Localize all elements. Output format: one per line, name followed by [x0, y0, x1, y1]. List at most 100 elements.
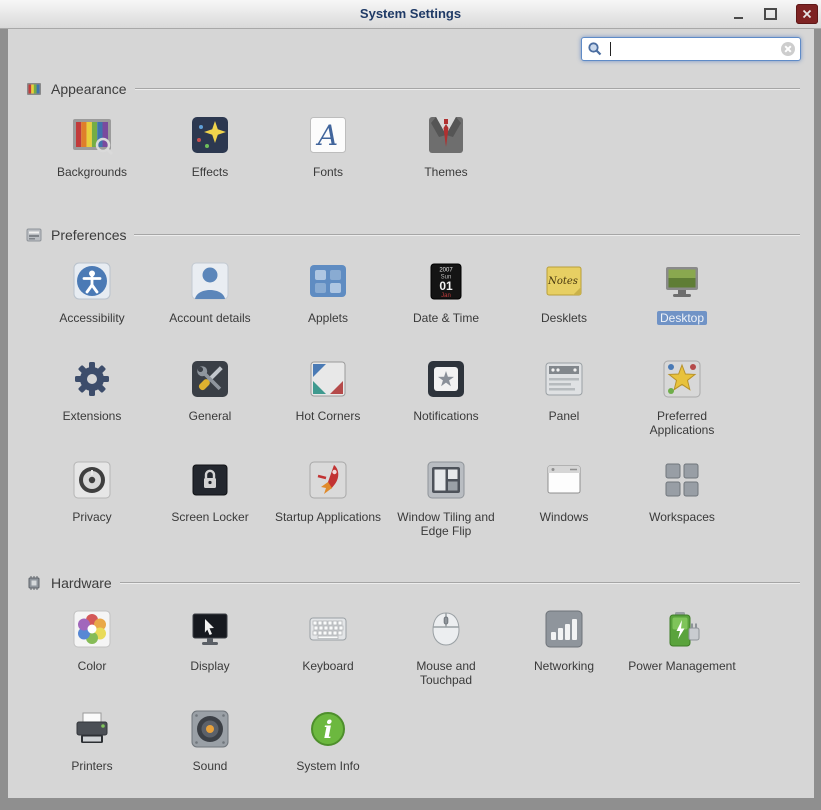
section-divider: [119, 581, 800, 584]
search-box: [581, 37, 801, 61]
printers-icon: [68, 705, 116, 753]
tile-label: Windows: [539, 509, 589, 524]
hardware-grid: Color Display Keyboard Mouse and Touchpa…: [8, 605, 814, 786]
hardware-section-icon: [28, 575, 40, 590]
section-title: Appearance: [51, 81, 127, 97]
themes-icon: [422, 111, 470, 159]
tile-label: Printers: [71, 759, 113, 774]
notifications-icon: [422, 355, 470, 403]
tile-windows[interactable]: Windows: [505, 456, 623, 539]
tile-color[interactable]: Color: [33, 605, 151, 688]
sound-icon: [186, 705, 234, 753]
tile-mouse-touchpad[interactable]: Mouse and Touchpad: [387, 605, 505, 688]
tile-desklets[interactable]: Notes Desklets: [505, 257, 623, 337]
tile-panel[interactable]: Panel: [505, 355, 623, 438]
clear-search-icon[interactable]: [780, 41, 796, 57]
tile-effects[interactable]: Effects: [151, 111, 269, 191]
window-content: Appearance Backgrounds Effects A Fonts T…: [8, 29, 814, 798]
tile-display[interactable]: Display: [151, 605, 269, 688]
tile-printers[interactable]: Printers: [33, 705, 151, 785]
search-input[interactable]: [582, 38, 800, 60]
text-caret: [610, 42, 611, 56]
tile-label: System Info: [296, 759, 360, 774]
svg-text:i: i: [323, 715, 332, 744]
tile-label: Backgrounds: [56, 165, 128, 179]
tile-workspaces[interactable]: Workspaces: [623, 456, 741, 539]
tile-general[interactable]: General: [151, 355, 269, 438]
section-header: Hardware: [8, 573, 814, 593]
svg-text:2007: 2007: [439, 268, 453, 274]
svg-text:Jan: Jan: [441, 293, 451, 299]
tile-label: Preferred Applications: [649, 409, 715, 438]
tile-label: Notifications: [413, 409, 479, 423]
svg-text:01: 01: [439, 279, 453, 293]
tile-window-tiling[interactable]: Window Tiling and Edge Flip: [387, 456, 505, 539]
tile-account-details[interactable]: Account details: [151, 257, 269, 337]
appearance-section-icon: [27, 83, 41, 95]
windows-icon: [540, 456, 588, 504]
tile-extensions[interactable]: Extensions: [33, 355, 151, 438]
tile-accessibility[interactable]: Accessibility: [33, 257, 151, 337]
tile-label: Window Tiling and Edge Flip: [397, 509, 495, 539]
general-icon: [186, 355, 234, 403]
section-hardware: Hardware Color Display Keyboard Mouse an…: [8, 573, 814, 786]
desktop-icon: [658, 257, 706, 305]
window-title: System Settings: [359, 6, 462, 21]
tile-label: Sound: [192, 759, 228, 774]
networking-icon: [540, 605, 588, 653]
tile-system-info[interactable]: i System Info: [269, 705, 387, 785]
close-icon: [802, 9, 812, 19]
tile-networking[interactable]: Networking: [505, 605, 623, 688]
tile-themes[interactable]: Themes: [387, 111, 505, 191]
close-button[interactable]: [796, 4, 818, 24]
svg-text:A: A: [315, 119, 338, 152]
tile-privacy[interactable]: Privacy: [33, 456, 151, 539]
backgrounds-icon: [68, 111, 116, 159]
extensions-icon: [68, 355, 116, 403]
tile-date-time[interactable]: 2007 Sun 01 Jan Date & Time: [387, 257, 505, 337]
tile-applets[interactable]: Applets: [269, 257, 387, 337]
tile-startup-applications[interactable]: Startup Applications: [269, 456, 387, 539]
appearance-grid: Backgrounds Effects A Fonts Themes: [8, 111, 814, 191]
tile-label: Startup Applications: [274, 509, 382, 524]
tile-notifications[interactable]: Notifications: [387, 355, 505, 438]
tile-screen-locker[interactable]: Screen Locker: [151, 456, 269, 539]
desklets-icon: Notes: [540, 257, 588, 305]
search-row: [8, 29, 814, 61]
tile-label: Color: [77, 658, 107, 673]
titlebar: System Settings: [0, 0, 821, 29]
tile-backgrounds[interactable]: Backgrounds: [33, 111, 151, 191]
tile-hot-corners[interactable]: Hot Corners: [269, 355, 387, 438]
tile-label: Applets: [307, 311, 349, 325]
tile-label: Account details: [169, 311, 251, 325]
tile-keyboard[interactable]: Keyboard: [269, 605, 387, 688]
tile-sound[interactable]: Sound: [151, 705, 269, 785]
tile-label: General: [188, 409, 232, 423]
account-details-icon: [186, 257, 234, 305]
window-tiling-icon: [422, 456, 470, 504]
panel-icon: [540, 355, 588, 403]
section-header: Preferences: [8, 225, 814, 245]
maximize-button[interactable]: [757, 0, 783, 28]
display-icon: [186, 605, 234, 653]
system-info-icon: i: [304, 705, 352, 753]
tile-fonts[interactable]: A Fonts: [269, 111, 387, 191]
tile-preferred-applications[interactable]: Preferred Applications: [623, 355, 741, 438]
tile-desktop[interactable]: Desktop: [623, 257, 741, 337]
minimize-icon: [733, 17, 743, 19]
preferences-section-icon: [26, 228, 42, 242]
preferences-grid: Accessibility Account details Applets 20…: [8, 257, 814, 539]
section-title: Hardware: [51, 574, 112, 591]
minimize-button[interactable]: [725, 0, 751, 28]
tile-label: Fonts: [312, 165, 343, 179]
startup-applications-icon: [304, 456, 352, 504]
fonts-icon: A: [304, 111, 352, 159]
privacy-icon: [68, 456, 116, 504]
accessibility-icon: [68, 257, 116, 305]
tile-label: Privacy: [72, 509, 112, 524]
effects-icon: [186, 111, 234, 159]
section-appearance: Appearance Backgrounds Effects A Fonts T…: [8, 79, 814, 191]
hot-corners-icon: [304, 355, 352, 403]
tile-label: Accessibility: [59, 311, 125, 325]
tile-power-management[interactable]: Power Management: [623, 605, 741, 688]
